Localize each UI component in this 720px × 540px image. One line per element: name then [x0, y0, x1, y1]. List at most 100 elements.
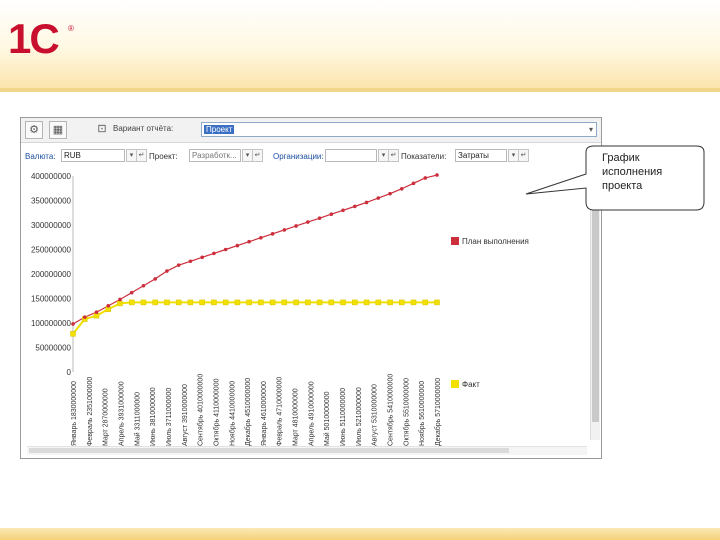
header-band	[0, 0, 720, 92]
data-point-fact	[316, 299, 323, 306]
data-point-fact	[152, 299, 158, 306]
data-point-fact	[399, 299, 405, 306]
data-point-plan	[176, 263, 181, 267]
x-tick-label: Апрель 4910000000	[308, 381, 315, 446]
data-point-plan	[282, 228, 287, 232]
data-point-fact	[70, 331, 76, 337]
data-point-fact	[387, 299, 393, 306]
x-tick-label: Сентябрь 4010000000	[197, 374, 205, 446]
y-tick-label: 200000000	[31, 270, 72, 279]
data-point-plan	[376, 196, 381, 200]
data-point-fact	[363, 299, 370, 306]
data-point-fact	[187, 299, 194, 306]
y-tick-label: 150000000	[31, 295, 72, 304]
data-point-plan	[388, 191, 392, 196]
data-point-plan	[235, 243, 240, 248]
x-tick-label: Сентябрь 5410000000	[387, 374, 395, 446]
horizontal-scrollbar[interactable]	[27, 446, 587, 455]
data-point-fact	[340, 299, 346, 306]
horizontal-scrollbar-thumb[interactable]	[29, 448, 509, 453]
data-point-plan	[247, 239, 251, 244]
x-tick-label: Июнь 5110000000	[340, 388, 347, 446]
x-tick-label: Июнь 3810000000	[150, 387, 157, 446]
data-point-plan	[129, 290, 134, 295]
data-point-plan	[106, 304, 111, 308]
data-point-plan	[223, 247, 228, 252]
x-tick-label: Январь 1830000000	[71, 381, 78, 446]
data-point-plan	[71, 322, 75, 326]
data-point-fact	[164, 299, 170, 306]
data-point-plan	[306, 220, 310, 224]
data-point-plan	[259, 235, 263, 240]
x-tick-label: Декабрь 5710000000	[434, 378, 442, 446]
x-tick-label: Август 3910000000	[182, 384, 189, 446]
data-point-plan	[317, 216, 322, 220]
y-tick-label: 50000000	[35, 344, 71, 353]
y-tick-label: 400000000	[31, 172, 72, 181]
data-point-plan	[294, 224, 298, 228]
data-point-plan	[353, 204, 357, 209]
data-point-fact	[199, 299, 205, 306]
legend-swatch-fact	[451, 380, 459, 388]
y-tick-label: 0	[67, 368, 72, 377]
data-point-plan	[188, 259, 193, 264]
data-point-fact	[140, 299, 147, 306]
x-tick-label: Февраль 4710000000	[277, 377, 284, 446]
data-point-fact	[328, 299, 335, 306]
data-point-fact	[175, 299, 182, 306]
x-tick-label: Ноябрь 5610000000	[418, 381, 426, 446]
x-tick-label: Март 4810000000	[293, 388, 300, 446]
project-chart: 400000000 350000000 300000000 250000000 2000…	[31, 172, 529, 446]
x-tick-label: Октябрь 4110000000	[212, 378, 220, 446]
x-tick-label: Ноябрь 4410000000	[228, 381, 236, 446]
data-point-plan	[435, 173, 439, 177]
series-line-fact	[72, 301, 437, 335]
data-point-fact	[305, 299, 311, 306]
x-tick-label: Март 2870000000	[103, 388, 110, 446]
header-divider	[0, 88, 720, 92]
x-tick-label: Октябрь 5510000000	[402, 378, 410, 446]
data-point-plan	[341, 208, 345, 213]
logo-registered-mark: ®	[68, 24, 74, 33]
data-point-plan	[270, 232, 275, 236]
y-tick-label: 350000000	[31, 197, 72, 206]
callout-text: График исполнения проекта	[602, 152, 663, 192]
data-point-fact	[269, 299, 276, 306]
legend-label-plan: План выполнения	[462, 237, 529, 246]
y-tick-label: 300000000	[31, 221, 72, 230]
data-point-fact	[410, 299, 417, 306]
data-point-plan	[200, 255, 204, 260]
data-point-fact	[117, 300, 123, 307]
data-point-fact	[281, 299, 288, 306]
data-point-plan	[423, 176, 428, 180]
legend-swatch-plan	[451, 237, 459, 245]
data-point-plan	[141, 283, 146, 288]
x-tick-label: Май 3311000000	[133, 392, 141, 446]
x-tick-label: Апрель 3931000000	[118, 381, 125, 446]
data-point-fact	[211, 299, 217, 306]
data-point-plan	[94, 310, 99, 315]
logo-text: 1С	[8, 15, 60, 62]
footer-band	[0, 528, 720, 540]
x-tick-label: Май 5010000000	[323, 391, 331, 446]
data-point-plan	[411, 181, 416, 186]
y-tick-label: 100000000	[31, 319, 72, 328]
x-tick-label: Февраль 2351000000	[87, 377, 94, 446]
data-point-plan	[82, 315, 87, 319]
x-tick-label: Июль 5210000000	[356, 387, 363, 446]
data-point-fact	[434, 299, 440, 306]
data-point-fact	[422, 299, 429, 306]
data-point-fact	[375, 299, 382, 306]
logo: 1С ®	[8, 15, 74, 62]
x-tick-label: Январь 4610000000	[261, 381, 268, 446]
data-point-plan	[165, 269, 169, 273]
data-point-fact	[258, 299, 264, 306]
x-tick-label: Декабрь 4510000000	[244, 378, 252, 446]
data-point-fact	[352, 299, 358, 306]
data-point-plan	[153, 277, 157, 281]
data-point-plan	[329, 212, 334, 217]
data-point-fact	[234, 299, 241, 306]
data-point-plan	[212, 251, 216, 256]
x-tick-label: Июль 3711000000	[166, 388, 173, 446]
data-point-fact	[293, 299, 299, 306]
